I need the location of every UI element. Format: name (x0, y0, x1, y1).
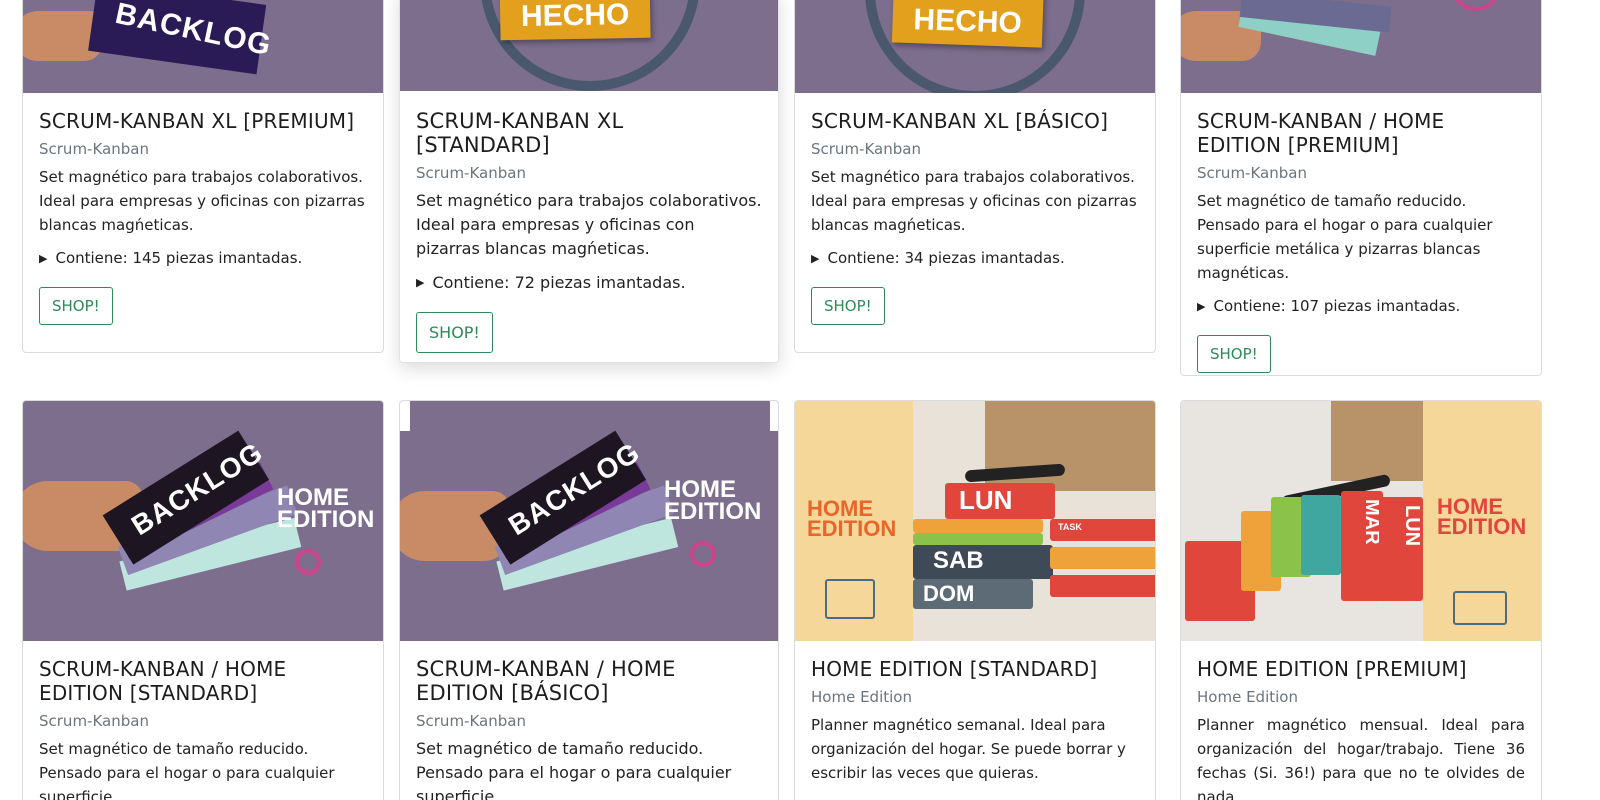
product-image[interactable]: HOME EDITION LUN SAB DOM TASK (795, 401, 1155, 641)
disclosure-triangle-icon: ▶ (416, 276, 425, 289)
disclosure-triangle-icon: ▶ (811, 251, 820, 265)
product-card: BACKLOG HOME EDITION SCRUM-KANBAN / HOME… (399, 400, 779, 800)
product-title: HOME EDITION [STANDARD] (811, 657, 1098, 681)
product-category: Scrum-Kanban (1197, 164, 1307, 182)
product-card: HOME EDITION LUN SAB DOM TASK HOME EDITI… (794, 400, 1156, 800)
product-image[interactable]: BACKLOG HOME EDITION (400, 401, 778, 641)
product-category: Scrum-Kanban (416, 712, 526, 730)
product-title: SCRUM-KANBAN XL [STANDARD] (416, 109, 624, 157)
product-category: Scrum-Kanban (416, 164, 526, 182)
product-description: Set magnético para trabajos colaborativo… (811, 168, 1137, 234)
contents-summary: Contiene: 72 piezas imantadas. (432, 273, 686, 292)
product-title: SCRUM-KANBAN / HOME EDITION [PREMIUM] (1197, 109, 1445, 157)
product-description: Set magnético de tamaño reducido. Pensad… (39, 740, 335, 800)
day-card: DOM (913, 579, 1033, 609)
shop-button[interactable]: SHOP! (1197, 335, 1271, 373)
card-strip: BACKLOG (88, 0, 274, 75)
home-edition-badge: HOME EDITION (277, 486, 375, 533)
hecho-label: HECHO (912, 3, 1023, 40)
product-title: HOME EDITION [PREMIUM] (1197, 657, 1467, 681)
contents-details[interactable]: ▶ Contiene: 145 piezas imantadas. (39, 249, 367, 267)
day-card: LUN (945, 483, 1055, 519)
disclosure-triangle-icon: ▶ (1197, 299, 1206, 313)
hecho-note: HECHO (499, 0, 651, 41)
badge-line-2: EDITION (1437, 514, 1527, 539)
product-image[interactable]: BACKLOG (23, 0, 383, 93)
shop-button[interactable]: SHOP! (811, 287, 885, 325)
product-category: Scrum-Kanban (811, 140, 921, 158)
home-edition-badge: HOME EDITION (807, 498, 897, 541)
shop-button[interactable]: SHOP! (416, 312, 493, 353)
product-image[interactable]: HECHO (795, 0, 1155, 93)
product-category: Scrum-Kanban (39, 712, 149, 730)
product-category: Home Edition (811, 688, 912, 706)
product-image[interactable]: HECHO (400, 0, 778, 91)
product-title: SCRUM-KANBAN XL [BÁSICO] (811, 109, 1109, 133)
product-description: Set magnético para trabajos colaborativo… (416, 191, 762, 258)
home-edition-badge: HOME EDITION (664, 478, 762, 525)
contents-details[interactable]: ▶ Contiene: 72 piezas imantadas. (416, 273, 762, 292)
contents-details[interactable]: ▶ Contiene: 107 piezas imantadas. (1197, 297, 1525, 315)
ring-graphic (690, 541, 716, 567)
product-card: BACKLOG HOME EDITION SCRUM-KANBAN / HOME… (22, 400, 384, 800)
badge-line-2: EDITION (807, 516, 897, 541)
product-title: SCRUM-KANBAN / HOME EDITION [STANDARD] (39, 657, 287, 705)
day-card (913, 519, 1043, 533)
product-category: Scrum-Kanban (39, 140, 149, 158)
disclosure-triangle-icon: ▶ (39, 251, 48, 265)
product-image[interactable]: HOME EDITION MAR LUN (1181, 401, 1541, 641)
task-label: TASK (1058, 522, 1082, 532)
image-tab (410, 401, 770, 431)
contents-summary: Contiene: 34 piezas imantadas. (827, 249, 1065, 267)
backlog-label: BACKLOG (112, 0, 275, 63)
product-description: Set magnético para trabajos colaborativo… (39, 168, 365, 234)
product-card: HECHO SCRUM-KANBAN XL [STANDARD] Scrum-K… (399, 0, 779, 363)
product-title: SCRUM-KANBAN XL [PREMIUM] (39, 109, 355, 133)
product-description: Set magnético de tamaño reducido. Pensad… (416, 739, 732, 800)
product-card: HOME EDITION MAR LUN HOME EDITION [PREMI… (1180, 400, 1542, 800)
task-card (1050, 575, 1155, 597)
day-card: MAR (1341, 491, 1383, 601)
ring-graphic (295, 549, 321, 575)
day-label: SAB (933, 547, 984, 574)
day-label: LUN (1401, 505, 1423, 547)
contents-summary: Contiene: 107 piezas imantadas. (1213, 297, 1461, 315)
day-label: DOM (923, 581, 975, 606)
product-description: Planner magnético mensual. Ideal para or… (1197, 716, 1525, 800)
product-category: Home Edition (1197, 688, 1298, 706)
product-image[interactable]: BACKLOG HOME EDITION (23, 401, 383, 641)
ring-graphic (1451, 0, 1501, 11)
box-graphic (1331, 401, 1423, 481)
hecho-note: HECHO (891, 0, 1045, 48)
desk-illustration (825, 579, 875, 619)
shop-button[interactable]: SHOP! (39, 287, 113, 325)
contents-summary: Contiene: 145 piezas imantadas. (55, 249, 303, 267)
day-card: SAB (913, 545, 1053, 579)
day-card: LUN (1379, 497, 1423, 601)
product-card: HECHO SCRUM-KANBAN XL [BÁSICO] Scrum-Kan… (794, 0, 1156, 353)
product-card: SCRUM-KANBAN / HOME EDITION [PREMIUM] Sc… (1180, 0, 1542, 376)
badge-line-2: EDITION (277, 506, 375, 533)
hecho-label: HECHO (520, 0, 630, 33)
product-description: Planner magnético semanal. Ideal para or… (811, 716, 1126, 782)
product-image[interactable] (1181, 0, 1541, 93)
day-card (1301, 495, 1341, 575)
product-card: BACKLOG SCRUM-KANBAN XL [PREMIUM] Scrum-… (22, 0, 384, 353)
day-card (913, 533, 1043, 545)
contents-details[interactable]: ▶ Contiene: 34 piezas imantadas. (811, 249, 1139, 267)
product-description: Set magnético de tamaño reducido. Pensad… (1197, 192, 1493, 282)
product-title: SCRUM-KANBAN / HOME EDITION [BÁSICO] (416, 657, 676, 705)
home-edition-badge: HOME EDITION (1437, 496, 1527, 539)
desk-illustration (1453, 591, 1507, 625)
day-label: LUN (959, 485, 1013, 515)
task-card: TASK (1050, 519, 1155, 541)
task-card (1050, 547, 1155, 569)
badge-line-2: EDITION (664, 498, 762, 525)
